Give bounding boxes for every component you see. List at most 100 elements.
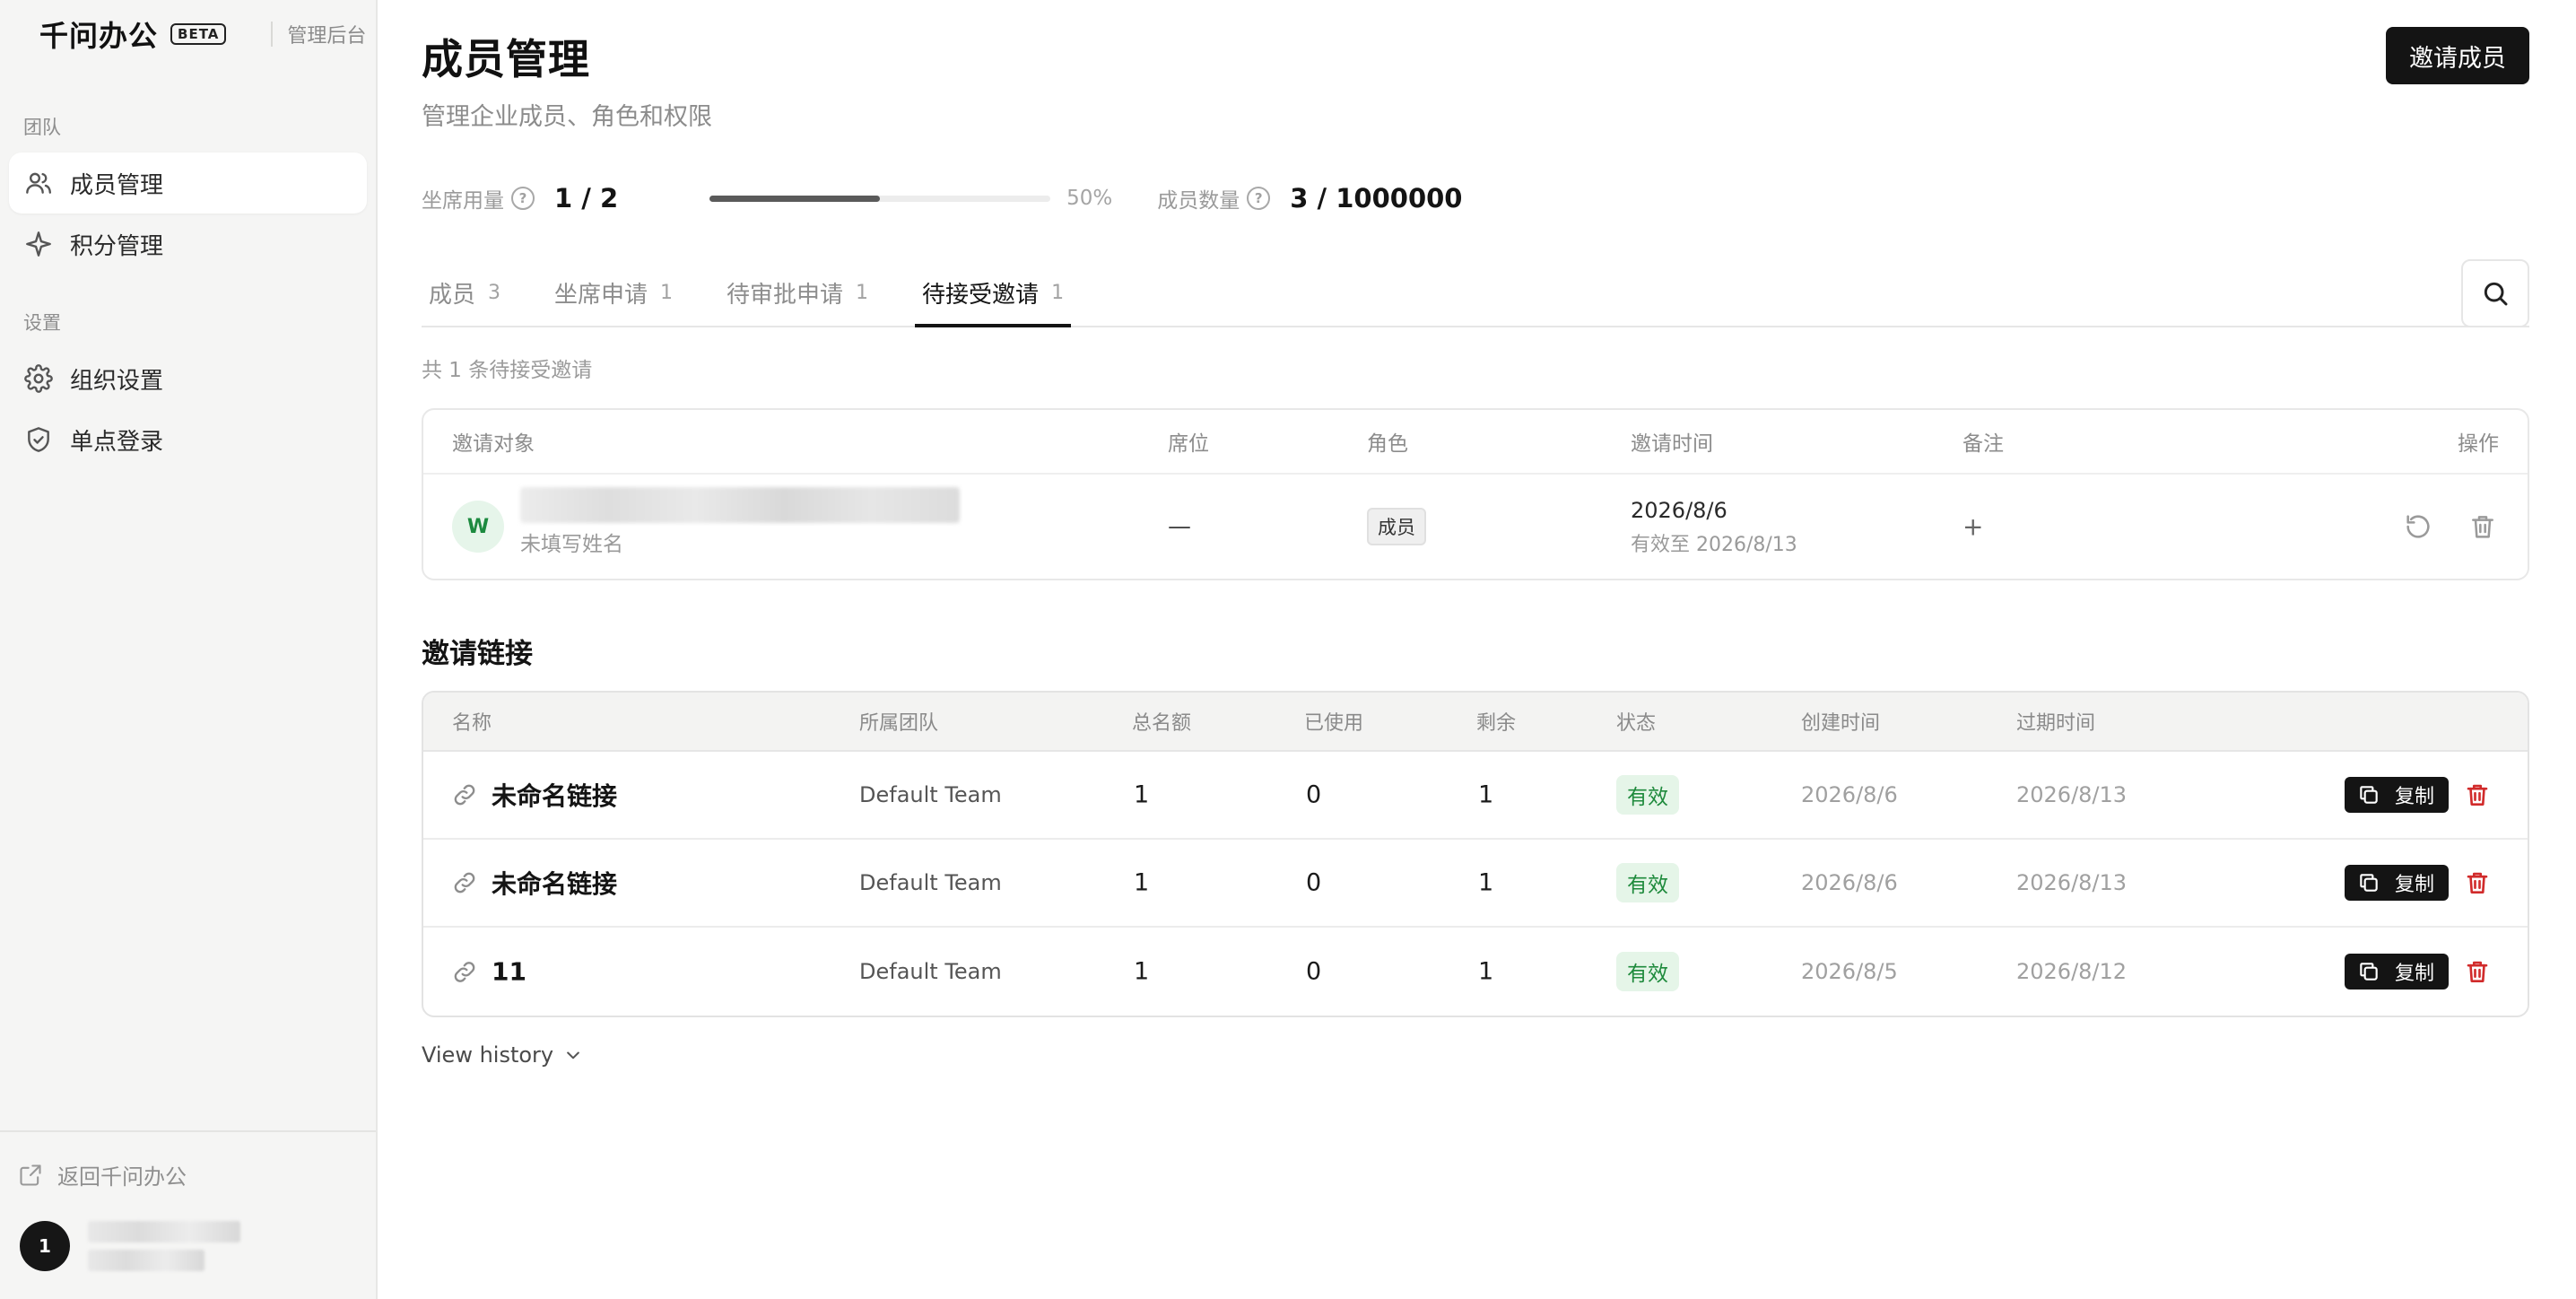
chevron-down-icon bbox=[567, 1051, 579, 1059]
sidebar-item-points[interactable]: 积分管理 bbox=[9, 214, 367, 275]
view-history-label: View history bbox=[422, 1042, 554, 1068]
beta-badge: BETA bbox=[170, 23, 227, 45]
sidebar-item-sso[interactable]: 单点登录 bbox=[9, 409, 367, 470]
table-row: W 未填写姓名 — 成员 2026/8/6 有效至 2026/8/13 + bbox=[423, 475, 2528, 579]
delete-link-button[interactable] bbox=[2458, 775, 2497, 815]
invitee-info: 未填写姓名 bbox=[520, 487, 960, 557]
page-subtitle: 管理企业成员、角色和权限 bbox=[422, 103, 712, 131]
tab-count: 1 bbox=[660, 281, 674, 304]
invite-links-title: 邀请链接 bbox=[422, 638, 533, 670]
link-created: 2026/8/6 bbox=[1801, 782, 1898, 807]
member-count-stat: 成员数量 ? 3 / 1000000 bbox=[1157, 183, 1462, 214]
link-icon bbox=[454, 784, 475, 806]
back-to-app-link[interactable]: 返回千问办公 bbox=[0, 1159, 376, 1190]
help-icon[interactable]: ? bbox=[511, 187, 535, 210]
tab-label: 成员 bbox=[429, 281, 476, 309]
nav-group-team: 团队 bbox=[23, 117, 61, 138]
tab-pending-invites[interactable]: 待接受邀请 1 bbox=[915, 259, 1072, 327]
copy-link-button[interactable]: 复制 bbox=[2344, 954, 2449, 990]
link-team: Default Team bbox=[859, 959, 1002, 984]
table-row: 未命名链接 Default Team 1 0 1 有效 2026/8/6 202… bbox=[423, 840, 2528, 928]
link-created: 2026/8/5 bbox=[1801, 959, 1898, 984]
tab-pending-approvals[interactable]: 待审批申请 1 bbox=[719, 259, 875, 326]
trash-icon bbox=[2467, 872, 2488, 894]
tab-label: 待接受邀请 bbox=[922, 281, 1040, 309]
col-seat: 席位 bbox=[1168, 432, 1209, 456]
main-content: 成员管理 管理企业成员、角色和权限 邀请成员 坐席用量 ? 1 / 2 50% … bbox=[378, 0, 2576, 1299]
name-placeholder: 未填写姓名 bbox=[520, 533, 623, 556]
link-expires: 2026/8/12 bbox=[2016, 959, 2128, 984]
delete-link-button[interactable] bbox=[2458, 952, 2497, 991]
sidebar-item-members[interactable]: 成员管理 bbox=[9, 153, 367, 214]
sidebar-item-label: 单点登录 bbox=[70, 428, 164, 456]
tab-seat-requests[interactable]: 坐席申请 1 bbox=[547, 259, 680, 326]
gear-icon bbox=[23, 363, 54, 394]
link-remaining: 1 bbox=[1478, 780, 1494, 809]
link-used: 0 bbox=[1306, 957, 1322, 986]
page-header: 成员管理 管理企业成员、角色和权限 邀请成员 bbox=[422, 0, 2529, 132]
avatar: W bbox=[452, 501, 504, 553]
link-total: 1 bbox=[1134, 780, 1150, 809]
view-history-toggle[interactable]: View history bbox=[422, 1042, 582, 1068]
delete-link-button[interactable] bbox=[2458, 863, 2497, 902]
copy-link-button[interactable]: 复制 bbox=[2344, 777, 2449, 813]
link-name-cell: 未命名链接 bbox=[452, 777, 617, 813]
sidebar-item-label: 组织设置 bbox=[70, 367, 164, 395]
users-icon bbox=[23, 168, 54, 198]
shield-icon bbox=[23, 424, 54, 455]
seat-progress-bar bbox=[709, 195, 1051, 202]
nav-group-settings: 设置 bbox=[23, 312, 61, 334]
copy-link-button[interactable]: 复制 bbox=[2344, 865, 2449, 901]
tab-count: 3 bbox=[488, 281, 501, 304]
tab-bar: 成员 3 坐席申请 1 待审批申请 1 待接受邀请 1 bbox=[422, 259, 2529, 327]
trash-icon bbox=[2467, 784, 2488, 806]
delete-invite-button[interactable] bbox=[2463, 507, 2502, 546]
sidebar-item-org-settings[interactable]: 组织设置 bbox=[9, 348, 367, 409]
brand-logo-text[interactable]: 千问办公 bbox=[39, 13, 158, 55]
redacted-email bbox=[520, 487, 960, 523]
link-used: 0 bbox=[1306, 868, 1322, 897]
link-team: Default Team bbox=[859, 782, 1002, 807]
link-remaining: 1 bbox=[1478, 868, 1494, 897]
link-expires: 2026/8/13 bbox=[2016, 782, 2128, 807]
refresh-icon bbox=[2406, 515, 2430, 538]
brand-divider bbox=[271, 22, 274, 47]
status-badge: 有效 bbox=[1616, 952, 1679, 991]
seat-progress-percent: 50% bbox=[1066, 187, 1113, 210]
member-count-label: 成员数量 bbox=[1157, 189, 1240, 213]
sidebar: 千问办公 BETA 管理后台 团队 成员管理 积分管理 设置 组织设置 单点登录… bbox=[0, 0, 378, 1299]
link-name: 未命名链接 bbox=[492, 869, 618, 899]
copy-icon bbox=[2360, 963, 2378, 981]
seat-usage-value: 1 / 2 bbox=[554, 183, 619, 214]
search-button[interactable] bbox=[2461, 259, 2529, 327]
tab-label: 坐席申请 bbox=[554, 281, 648, 309]
user-profile[interactable]: 1 bbox=[0, 1221, 376, 1271]
invite-member-button[interactable]: 邀请成员 bbox=[2386, 27, 2529, 84]
table-header: 邀请对象 席位 角色 邀请时间 备注 操作 bbox=[423, 410, 2528, 475]
add-note-button[interactable]: + bbox=[1962, 512, 1983, 542]
col-action: 操作 bbox=[2458, 432, 2499, 456]
avatar: 1 bbox=[20, 1221, 70, 1271]
seat-value: — bbox=[1168, 513, 1191, 540]
help-icon[interactable]: ? bbox=[1247, 187, 1271, 210]
col-used: 已使用 bbox=[1304, 712, 1364, 735]
copy-label: 复制 bbox=[2394, 963, 2434, 985]
seat-usage-label: 坐席用量 bbox=[422, 189, 504, 213]
tab-count: 1 bbox=[856, 281, 869, 304]
resend-invite-button[interactable] bbox=[2398, 507, 2438, 546]
status-badge: 有效 bbox=[1616, 863, 1679, 902]
pending-invites-table: 邀请对象 席位 角色 邀请时间 备注 操作 W 未填写姓名 — 成员 2026/… bbox=[422, 408, 2529, 580]
col-status: 状态 bbox=[1616, 712, 1657, 735]
sidebar-item-label: 成员管理 bbox=[70, 171, 164, 199]
tab-members[interactable]: 成员 3 bbox=[422, 259, 508, 326]
link-total: 1 bbox=[1134, 868, 1150, 897]
brand-header: 千问办公 BETA 管理后台 bbox=[0, 0, 376, 68]
col-name: 名称 bbox=[452, 712, 492, 735]
search-icon bbox=[2484, 282, 2508, 306]
invite-time: 2026/8/6 有效至 2026/8/13 bbox=[1631, 498, 1797, 557]
link-name-cell: 11 bbox=[452, 957, 527, 987]
link-used: 0 bbox=[1306, 780, 1322, 809]
valid-until: 有效至 2026/8/13 bbox=[1631, 534, 1797, 556]
col-remaining: 剩余 bbox=[1476, 712, 1517, 735]
role-badge: 成员 bbox=[1367, 508, 1426, 545]
